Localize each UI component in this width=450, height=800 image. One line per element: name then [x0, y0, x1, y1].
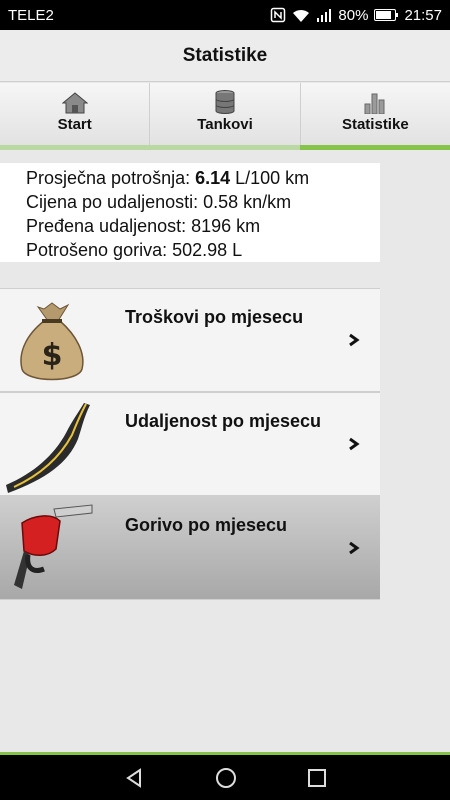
menu-item-label: Udaljenost po mjesecu [125, 411, 322, 431]
page-title: Statistike [182, 44, 268, 66]
menu-item-fuel-per-month[interactable]: Gorivo po mjesecu [0, 496, 380, 600]
carrier-name: TELE2 [8, 6, 54, 24]
chevron-right-icon [348, 437, 360, 456]
menu-item-label: Troškovi po mjesecu [125, 307, 304, 327]
distance-travelled: Pređena udaljenost: 8196 km [26, 216, 261, 236]
fuel-barrels-icon [214, 90, 236, 114]
nfc-icon [270, 7, 286, 23]
system-nav-bar [0, 752, 450, 800]
battery-icon [374, 9, 399, 21]
status-bar: TELE2 80% 21:57 [0, 0, 450, 30]
clock: 21:57 [404, 6, 442, 24]
bar-chart-icon [363, 92, 387, 114]
fuel-nozzle-icon [4, 499, 100, 597]
money-bag-icon: $ [4, 291, 100, 389]
stats-menu: $ Troškovi po mjesecu Udaljenost po mjes… [0, 288, 380, 600]
tab-indicator-bar [0, 145, 450, 150]
cost-per-distance: Cijena po udaljenosti: 0.58 kn/km [26, 192, 292, 212]
chevron-right-icon [348, 541, 360, 560]
tab-start-label: Start [57, 116, 92, 133]
battery-percent: 80% [338, 6, 369, 24]
avg-consumption-unit: L/100 km [230, 168, 310, 188]
active-tab-indicator [300, 145, 450, 150]
menu-item-costs-per-month[interactable]: $ Troškovi po mjesecu [0, 288, 380, 392]
house-icon [61, 92, 88, 114]
app-title-bar: Statistike [0, 30, 450, 82]
avg-consumption: Prosječna potrošnja: 6.14 L/100 km [26, 166, 380, 190]
svg-text:$: $ [42, 338, 63, 373]
home-icon[interactable] [215, 767, 237, 789]
tab-bar: Start Tankovi Statistike [0, 83, 450, 145]
back-icon[interactable] [123, 767, 145, 789]
signal-icon [316, 8, 332, 22]
tab-start[interactable]: Start [0, 83, 151, 145]
wifi-icon [292, 8, 310, 23]
tab-statistike-label: Statistike [341, 116, 409, 133]
road-icon [4, 395, 100, 493]
avg-consumption-label: Prosječna potrošnja: [26, 168, 196, 188]
tab-statistike[interactable]: Statistike [300, 83, 450, 145]
menu-item-label: Gorivo po mjesecu [125, 515, 288, 535]
fuel-consumed: Potrošeno goriva: 502.98 L [26, 240, 243, 260]
chevron-right-icon [348, 333, 360, 352]
tab-tankovi[interactable]: Tankovi [150, 83, 301, 145]
menu-item-distance-per-month[interactable]: Udaljenost po mjesecu [0, 392, 380, 496]
avg-consumption-value: 6.14 [195, 168, 231, 188]
stats-summary: Prosječna potrošnja: 6.14 L/100 km Cijen… [0, 163, 380, 262]
recents-icon[interactable] [307, 768, 327, 788]
tab-tankovi-label: Tankovi [197, 116, 253, 133]
